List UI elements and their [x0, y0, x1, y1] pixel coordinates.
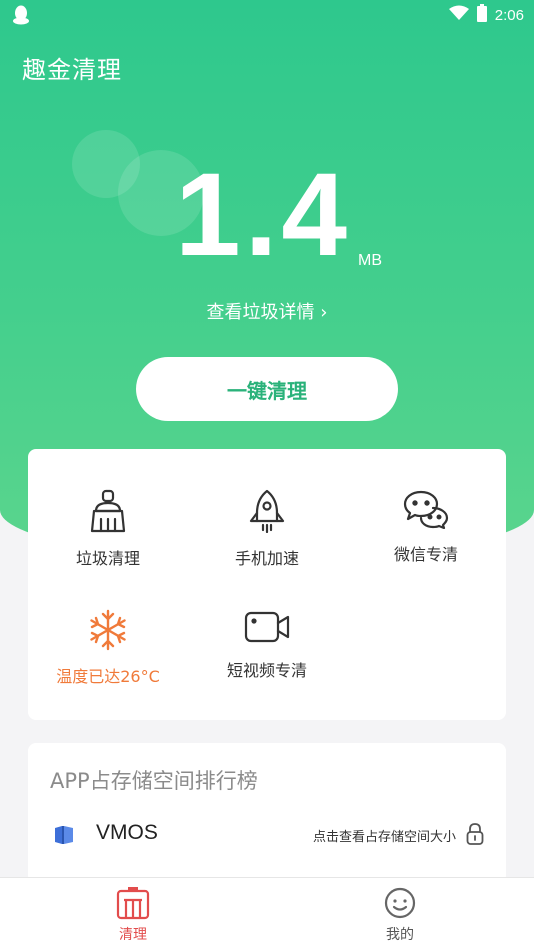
status-right: 2:06	[448, 4, 524, 26]
wifi-icon	[448, 5, 469, 25]
wechat-icon	[346, 489, 506, 529]
app-title: 趣金清理	[22, 56, 122, 84]
status-time: 2:06	[494, 6, 524, 24]
tool-label: 微信专清	[393, 545, 458, 564]
profile-face-icon	[340, 886, 460, 920]
tool-wechat-clean[interactable]: 微信专清	[346, 489, 506, 565]
storage-ranking-card: APP占存储空间排行榜 VMOS 点击查看占存储空间大小	[28, 743, 506, 883]
tab-mine[interactable]: 我的	[340, 886, 460, 944]
junk-size-unit: MB	[358, 252, 382, 269]
one-click-clean-button[interactable]: 一键清理	[136, 357, 398, 421]
tool-label: 手机加速	[234, 549, 299, 568]
clean-tab-icon	[73, 886, 193, 920]
ranking-title: APP占存储空间排行榜	[50, 769, 258, 793]
tool-label: 短视频专清	[226, 661, 307, 680]
bottom-tab-bar: 清理 我的	[0, 877, 534, 949]
battery-icon	[476, 4, 487, 26]
qq-penguin-icon	[12, 5, 30, 25]
tools-card: 垃圾清理 手机加速 微信专清 温度已达26°C 短视频专清	[28, 449, 506, 720]
tab-label: 我的	[386, 927, 414, 943]
junk-size-display: 1.4 MB	[0, 150, 534, 280]
tool-cpu-cooling[interactable]: 温度已达26°C	[28, 609, 188, 687]
tool-junk-clean[interactable]: 垃圾清理	[28, 489, 188, 569]
lock-icon	[466, 823, 484, 849]
tool-phone-boost[interactable]: 手机加速	[187, 489, 347, 569]
broom-icon	[28, 489, 188, 533]
rocket-icon	[187, 489, 347, 533]
video-camera-icon	[187, 609, 347, 645]
storage-size-hint[interactable]: 点击查看占存储空间大小	[313, 826, 456, 845]
snowflake-icon	[28, 609, 188, 651]
junk-size-value: 1.4	[175, 149, 352, 281]
tool-label: 垃圾清理	[75, 549, 140, 568]
tool-short-video-clean[interactable]: 短视频专清	[187, 609, 347, 681]
tab-clean[interactable]: 清理	[73, 886, 193, 944]
app-name: VMOS	[96, 821, 158, 844]
tab-label: 清理	[119, 927, 147, 943]
junk-detail-link[interactable]: 查看垃圾详情 ›	[0, 298, 534, 324]
list-item[interactable]: VMOS 点击查看占存储空间大小	[28, 815, 506, 855]
status-bar: 2:06	[0, 0, 534, 30]
tool-label: 温度已达26°C	[56, 667, 160, 686]
vmos-app-icon	[52, 823, 76, 847]
